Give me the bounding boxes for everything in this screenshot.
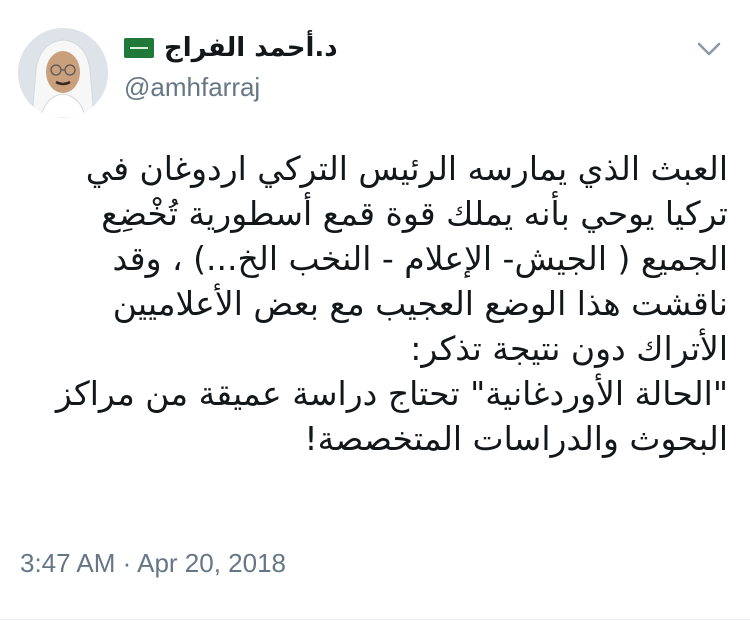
tweet-date: Apr 20, 2018 (137, 548, 286, 578)
avatar[interactable] (18, 28, 108, 118)
profile-photo-icon (18, 28, 108, 118)
timestamp-separator: · (122, 548, 132, 578)
tweet-time: 3:47 AM (20, 548, 116, 578)
author-display-name[interactable]: د.أحمد الفراج (164, 33, 338, 63)
author-handle[interactable]: @amhfarraj (124, 72, 644, 103)
chevron-down-icon (697, 42, 721, 56)
saudi-flag-icon (124, 38, 154, 58)
tweet-card: د.أحمد الفراج @amhfarraj العبث الذي يمار… (0, 0, 750, 620)
tweet-text: العبث الذي يمارسه الرئيس التركي اردوغان … (55, 149, 728, 458)
author-block: د.أحمد الفراج @amhfarraj (124, 30, 644, 103)
author-name-row: د.أحمد الفراج (124, 30, 644, 66)
tweet-timestamp[interactable]: 3:47 AM · Apr 20, 2018 (20, 548, 286, 579)
tweet-menu-button[interactable] (696, 40, 722, 58)
